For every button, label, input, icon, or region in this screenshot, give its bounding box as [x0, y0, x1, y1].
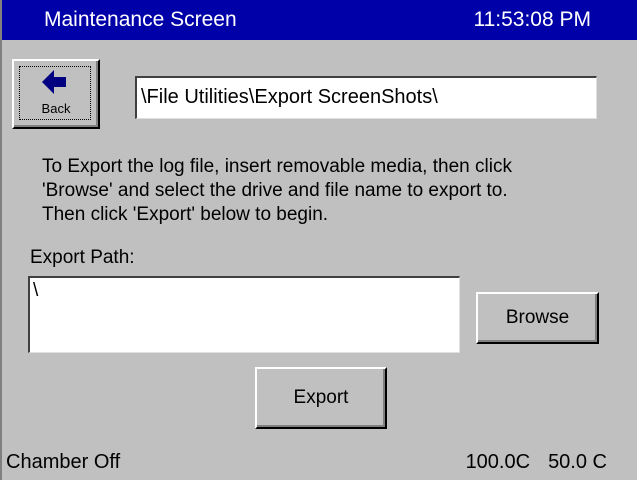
instructions-text: To Export the log file, insert removable…: [42, 155, 632, 227]
back-label: Back: [41, 101, 71, 116]
maintenance-screen: Maintenance Screen 11:53:08 PM Back \Fil…: [0, 0, 637, 480]
browse-button[interactable]: Browse: [476, 292, 599, 344]
instruction-line: To Export the log file, insert removable…: [42, 156, 512, 177]
clock: 11:53:08 PM: [473, 8, 591, 31]
export-button[interactable]: Export: [255, 367, 387, 429]
back-button[interactable]: Back: [12, 59, 100, 129]
current-path-display: \File Utilities\Export ScreenShots\: [135, 76, 597, 119]
export-path-input[interactable]: \: [28, 276, 460, 353]
chamber-status: Chamber Off: [6, 451, 121, 473]
left-arrow-icon: [42, 70, 66, 94]
instruction-line: 'Browse' and select the drive and file n…: [42, 180, 508, 201]
temperature-readouts: 100.0C 50.0 C: [448, 451, 607, 474]
export-path-label: Export Path:: [30, 247, 135, 268]
screen-title: Maintenance Screen: [44, 8, 237, 31]
temperature-2: 50.0 C: [548, 451, 607, 473]
instruction-line: Then click 'Export' below to begin.: [42, 204, 329, 225]
title-bar: Maintenance Screen 11:53:08 PM: [2, 0, 637, 40]
temperature-1: 100.0C: [465, 451, 531, 473]
